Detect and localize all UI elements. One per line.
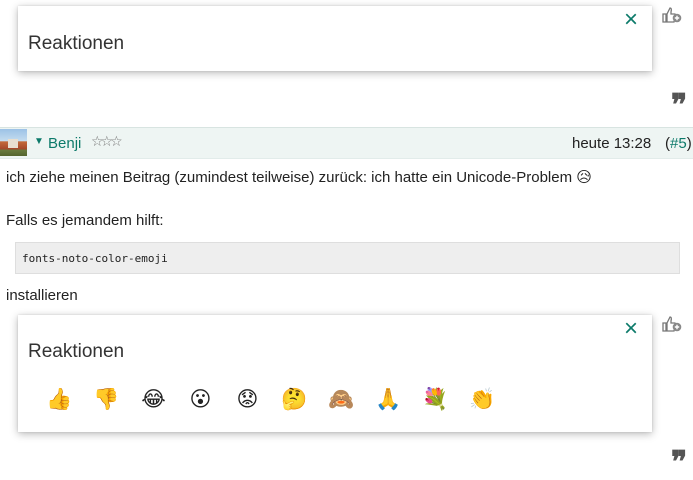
post-time: heute 13:28 <box>572 135 652 152</box>
code-block: fonts-noto-color-emoji <box>15 242 680 274</box>
quote-icon[interactable]: ❞ <box>671 91 687 121</box>
post-number[interactable]: #5 <box>670 135 687 152</box>
close-icon[interactable]: × <box>624 317 638 341</box>
reaction-bouquet[interactable]: 💐 <box>412 383 459 415</box>
avatar[interactable] <box>0 129 27 156</box>
add-reaction-icon[interactable] <box>660 314 682 334</box>
reaction-surprised[interactable]: 😮 <box>177 383 224 415</box>
post-text-line-1: ich ziehe meinen Beitrag (zumindest teil… <box>6 169 592 186</box>
reaction-thumbs-down[interactable]: 👎 <box>83 383 130 415</box>
post-number-link[interactable]: (#5) <box>665 135 692 152</box>
code-text: fonts-noto-color-emoji <box>22 252 168 265</box>
post-header: ▼ Benji ☆☆☆ heute 13:28 (#5) <box>0 127 693 159</box>
post-text-line-3: installieren <box>6 287 78 304</box>
post-text-line-2: Falls es jemandem hilft: <box>6 212 164 229</box>
reaction-laughing[interactable]: 😂 <box>130 383 177 415</box>
post-author[interactable]: Benji <box>48 135 81 152</box>
quote-icon[interactable]: ❞ <box>671 448 687 478</box>
reaction-see-no-evil[interactable]: 🙈 <box>318 383 365 415</box>
chevron-down-icon[interactable]: ▼ <box>34 136 44 147</box>
add-reaction-icon[interactable] <box>660 5 682 25</box>
close-icon[interactable]: × <box>624 8 638 32</box>
reaction-worried[interactable]: 😟 <box>224 383 271 415</box>
reactions-title: Reaktionen <box>28 341 125 362</box>
emoji-picker-row: 👍 👎 😂 😮 😟 🤔 🙈 🙏 💐 👏 <box>36 383 506 415</box>
reaction-clap[interactable]: 👏 <box>459 383 506 415</box>
post-number-close: ) <box>686 135 692 152</box>
reaction-pray[interactable]: 🙏 <box>365 383 412 415</box>
reactions-popup-bottom: Reaktionen × 👍 👎 😂 😮 😟 🤔 🙈 🙏 💐 👏 <box>18 315 652 432</box>
reactions-popup-top: Reaktionen × <box>18 6 652 71</box>
rank-stars: ☆☆☆ <box>91 133 123 149</box>
reactions-title: Reaktionen <box>28 33 125 54</box>
reaction-thumbs-up[interactable]: 👍 <box>36 383 83 415</box>
reaction-thinking[interactable]: 🤔 <box>271 383 318 415</box>
